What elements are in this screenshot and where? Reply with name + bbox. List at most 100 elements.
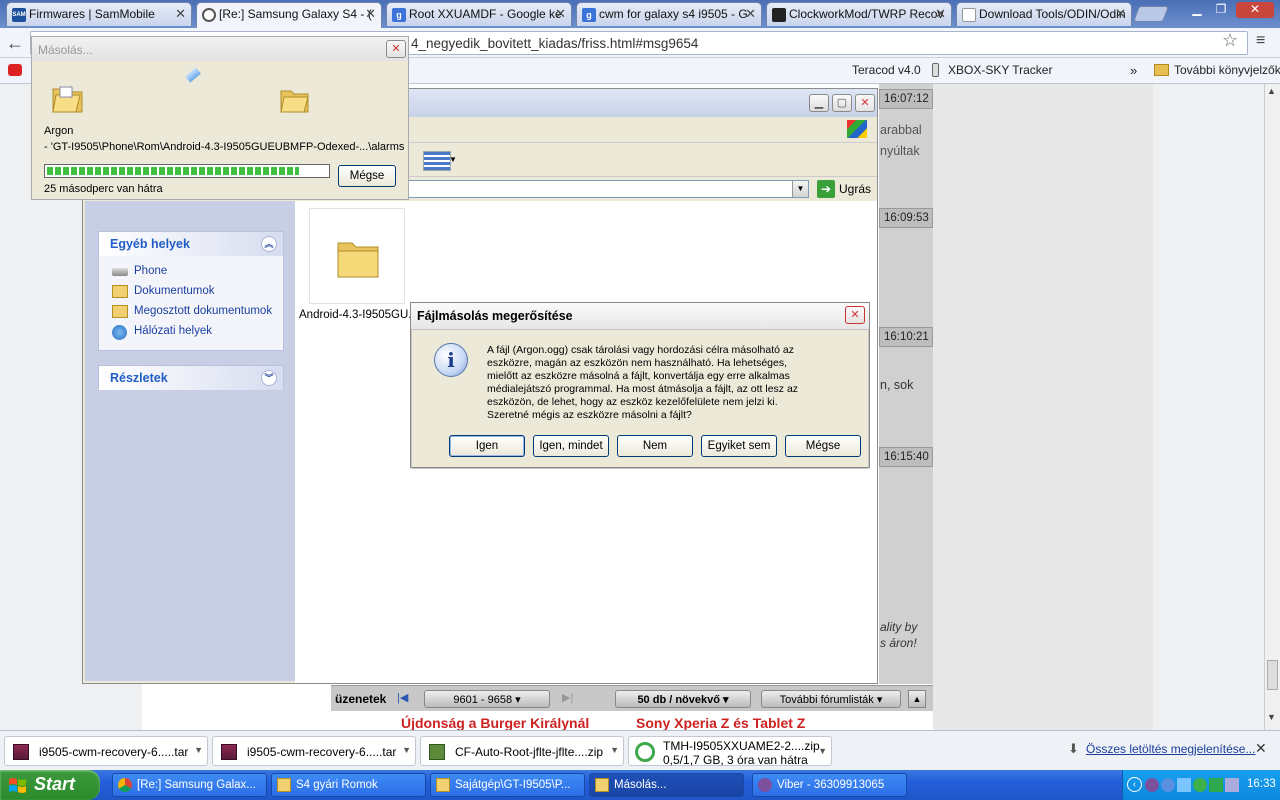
task-my-computer-folder[interactable]: Sajátgép\GT-I9505\P... [430, 773, 585, 797]
folder-thumbnail[interactable] [309, 208, 405, 304]
no-button[interactable]: Nem [617, 435, 693, 457]
minimize-button[interactable]: ▁ [809, 94, 829, 112]
place-label: Megosztott dokumentumok [134, 305, 273, 317]
post-timestamp: 16:07:12 [879, 89, 933, 109]
close-downloads-icon[interactable]: ✕ [1255, 740, 1267, 757]
close-window-button[interactable]: ✕ [1236, 2, 1274, 18]
copy-file-path: - 'GT-I9505\Phone\Rom\Android-4.3-I9505G… [44, 141, 404, 153]
more-forum-lists-select[interactable]: További fórumlisták ▾ [761, 690, 901, 708]
cancel-copy-button[interactable]: Mégse [338, 165, 396, 187]
scroll-top-button[interactable]: ▲ [908, 690, 926, 708]
place-item-documents[interactable]: Dokumentumok [99, 282, 283, 302]
download-item[interactable]: CF-Auto-Root-jflte-jflte....zip ▼ [420, 736, 624, 766]
task-viber[interactable]: Viber - 36309913065 [752, 773, 907, 797]
ad-link[interactable]: Újdonság a Burger Királynál [401, 715, 589, 730]
clock: 16:33 [1247, 778, 1276, 790]
new-tab-button[interactable] [1133, 6, 1169, 22]
download-item-in-progress[interactable]: TMH-I9505XXUAME2-2....zip 0,5/1,7 GB, 3 … [628, 736, 832, 767]
minimize-button[interactable]: ▁ [1186, 2, 1208, 18]
download-item[interactable]: i9505-cwm-recovery-6.....tar ▼ [212, 736, 416, 766]
tab-download-tools[interactable]: Download Tools/ODIN/Odin ✕ [956, 2, 1132, 26]
last-page-icon[interactable]: ▶| [562, 691, 573, 704]
scroll-up-arrow[interactable]: ▲ [1267, 86, 1276, 96]
tab-root-google[interactable]: g Root XXUAMDF - Google ke ✕ [386, 2, 572, 26]
close-button[interactable]: ✕ [845, 306, 865, 324]
close-icon[interactable]: ✕ [935, 6, 946, 22]
details-header[interactable]: Részletek ︾ [99, 366, 283, 390]
maximize-button[interactable]: ❐ [1210, 2, 1232, 18]
tab-label: Root XXUAMDF - Google ke [409, 7, 562, 21]
yes-button[interactable]: Igen [449, 435, 525, 457]
chevron-down-icon[interactable]: ▼ [610, 745, 619, 755]
per-page-select[interactable]: 50 db / növekvő ▾ [615, 690, 751, 708]
close-icon[interactable]: ✕ [745, 6, 756, 22]
antivirus-tray-icon[interactable] [1193, 778, 1207, 792]
source-folder-icon [52, 86, 83, 113]
scroll-down-arrow[interactable]: ▼ [1267, 712, 1276, 722]
download-item[interactable]: i9505-cwm-recovery-6.....tar ▼ [4, 736, 208, 766]
copy-file-name: Argon [44, 125, 74, 137]
other-places-header[interactable]: Egyéb helyek ︽ [99, 232, 283, 256]
flying-document-icon [185, 67, 201, 83]
show-all-downloads-link[interactable]: Összes letöltés megjelenítése... [1086, 742, 1255, 756]
menu-icon[interactable]: ≡ [1256, 32, 1265, 50]
maximize-button[interactable]: ▢ [832, 94, 852, 112]
scroll-thumb[interactable] [1267, 660, 1278, 690]
skype-tray-icon[interactable] [1161, 778, 1175, 792]
yes-to-all-button[interactable]: Igen, mindet [533, 435, 609, 457]
network-tray-icon[interactable] [1177, 778, 1191, 792]
tab-sammobile[interactable]: SAM Firmwares | SamMobile ✕ [6, 2, 192, 26]
message-line: mielőtt az eszközre másolná a fájlt, kon… [487, 370, 790, 382]
expand-chevron-icon[interactable]: ︾ [261, 370, 277, 386]
place-item-shared-documents[interactable]: Megosztott dokumentumok [99, 302, 283, 322]
page-scrollbar[interactable]: ▲ ▼ [1264, 84, 1280, 730]
close-button[interactable]: ✕ [855, 94, 875, 112]
place-item-phone[interactable]: Phone [99, 262, 283, 282]
star-icon[interactable]: ☆ [1222, 30, 1238, 51]
close-icon[interactable]: ✕ [365, 6, 376, 22]
bookmark-more-folder[interactable]: További könyvjelzők [1174, 63, 1280, 77]
tab-cwm-google[interactable]: g cwm for galaxy s4 i9505 - G ✕ [576, 2, 762, 26]
chrome-icon [118, 778, 132, 792]
message-line: A fájl (Argon.ogg) csak tárolási vagy ho… [487, 344, 794, 356]
go-arrow-icon[interactable]: ➔ [817, 180, 835, 198]
start-button[interactable]: Start [0, 770, 100, 800]
chevron-down-icon[interactable]: ▼ [402, 745, 411, 755]
chevron-down-icon[interactable]: ▼ [818, 746, 827, 756]
bookmarks-overflow-chevron[interactable]: » [1130, 63, 1137, 78]
tray-expand-icon[interactable]: ‹ [1127, 777, 1142, 792]
chevron-down-icon[interactable]: ▼ [194, 745, 203, 755]
place-item-network-places[interactable]: Hálózati helyek [99, 322, 283, 342]
youtube-icon[interactable] [8, 64, 22, 76]
chevron-down-icon[interactable]: ▼ [792, 181, 808, 197]
bookmark-xbox-sky[interactable]: XBOX-SKY Tracker [948, 63, 1052, 77]
volume-tray-icon[interactable] [1225, 778, 1239, 792]
cancel-button[interactable]: Mégse [785, 435, 861, 457]
chevron-down-icon[interactable]: ▼ [449, 155, 457, 164]
task-chrome[interactable]: [Re:] Samsung Galax... [112, 773, 267, 797]
progress-fill [47, 167, 299, 175]
viber-tray-icon[interactable] [1145, 778, 1159, 792]
close-icon[interactable]: ✕ [1115, 6, 1126, 22]
page-range-select[interactable]: 9601 - 9658 ▾ [424, 690, 550, 708]
close-button[interactable]: ✕ [386, 40, 406, 58]
security-tray-icon[interactable] [1209, 778, 1223, 792]
bookmark-teracod[interactable]: Teracod v4.0 [852, 63, 921, 77]
collapse-chevron-icon[interactable]: ︽ [261, 236, 277, 252]
tab-clockworkmod[interactable]: ClockworkMod/TWRP Recov ✕ [766, 2, 952, 26]
post-timestamp: 16:15:40 [879, 447, 933, 467]
task-s4-roms-folder[interactable]: S4 gyári Romok [271, 773, 426, 797]
task-copying[interactable]: Másolás... [589, 773, 744, 797]
task-label: Sajátgép\GT-I9505\P... [455, 779, 571, 791]
close-icon[interactable]: ✕ [175, 6, 186, 22]
go-button[interactable]: Ugrás [839, 182, 871, 196]
first-page-icon[interactable]: |◀ [397, 691, 408, 704]
ad-link[interactable]: Sony Xperia Z és Tablet Z [636, 715, 805, 730]
close-icon[interactable]: ✕ [555, 6, 566, 22]
clockworkmod-icon [772, 8, 786, 22]
forum-sidebar [933, 84, 1153, 730]
no-to-all-button[interactable]: Egyiket sem [701, 435, 777, 457]
views-icon[interactable] [423, 151, 451, 171]
tab-samsung-galaxy[interactable]: [Re:] Samsung Galaxy S4 - ( ✕ [196, 2, 382, 28]
back-arrow-icon[interactable]: ← [6, 33, 24, 54]
